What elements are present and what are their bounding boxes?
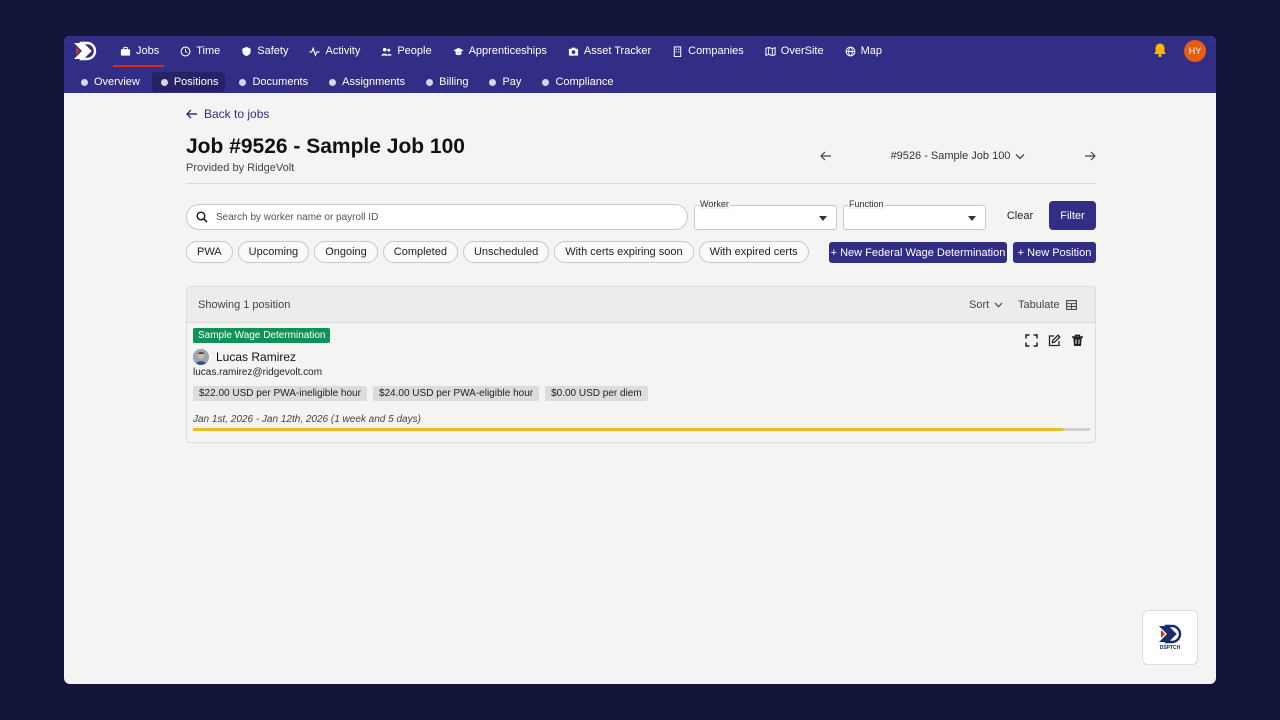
- filter-chips: PWA Upcoming Ongoing Completed Unschedul…: [186, 241, 814, 263]
- camera-icon: [568, 47, 578, 56]
- notification-bell-icon[interactable]: [1152, 42, 1168, 58]
- subnav-positions[interactable]: Positions: [151, 72, 226, 92]
- subnav-documents[interactable]: Documents: [230, 72, 315, 92]
- job-switcher: #9526 - Sample Job 100: [820, 149, 1096, 163]
- clock-icon: [180, 46, 191, 56]
- expand-icon[interactable]: [1025, 334, 1038, 347]
- building-icon: [673, 45, 682, 57]
- position-dates: Jan 1st, 2026 - Jan 12th, 2026 (1 week a…: [193, 414, 421, 425]
- map-fold-icon: [765, 46, 776, 56]
- subnav-compliance[interactable]: Compliance: [533, 72, 620, 92]
- person-avatar-icon: [193, 349, 209, 365]
- app-window: Jobs Time Safety Activity People Apprent…: [64, 36, 1216, 684]
- new-federal-wage-determination-button[interactable]: + New Federal Wage Determination: [829, 242, 1007, 263]
- worker-select[interactable]: Worker: [694, 199, 837, 230]
- next-job-icon[interactable]: [1084, 151, 1096, 161]
- position-count: Showing 1 position: [198, 299, 291, 311]
- positions-panel: Showing 1 position Sort Tabulate Sample …: [186, 286, 1096, 443]
- position-progress-bar: [193, 428, 1090, 431]
- trash-icon[interactable]: [1071, 334, 1084, 347]
- worker-select-label: Worker: [699, 199, 730, 209]
- worker-name[interactable]: Lucas Ramirez: [216, 350, 296, 364]
- nav-map[interactable]: Map: [845, 36, 882, 66]
- rate-badge: $22.00 USD per PWA-ineligible hour: [193, 386, 367, 401]
- worker-email: lucas.ramirez@ridgevolt.com: [193, 367, 323, 378]
- rate-badges: $22.00 USD per PWA-ineligible hour $24.0…: [193, 386, 654, 401]
- subnav-overview[interactable]: Overview: [72, 72, 147, 92]
- nav-apprenticeships[interactable]: Apprenticeships: [453, 36, 547, 66]
- top-navigation: Jobs Time Safety Activity People Apprent…: [64, 36, 1216, 93]
- chip-certs-expiring[interactable]: With certs expiring soon: [554, 241, 694, 263]
- search-input[interactable]: [216, 211, 676, 223]
- caret-down-icon: [968, 216, 976, 221]
- dsptch-logo-icon: [1159, 624, 1182, 644]
- chevron-down-icon: [994, 302, 1003, 308]
- shield-icon: [242, 46, 251, 56]
- previous-job-icon[interactable]: [820, 151, 832, 161]
- job-select[interactable]: #9526 - Sample Job 100: [891, 150, 1026, 162]
- nav-time[interactable]: Time: [180, 36, 220, 66]
- nav-oversite[interactable]: OverSite: [765, 36, 824, 66]
- user-avatar[interactable]: HY: [1184, 40, 1206, 62]
- people-icon: [381, 47, 392, 56]
- rate-badge: $24.00 USD per PWA-eligible hour: [372, 386, 540, 401]
- tabulate-button[interactable]: Tabulate: [1018, 299, 1077, 311]
- worker-info: Lucas Ramirez: [193, 349, 296, 365]
- positions-panel-header: Showing 1 position Sort Tabulate: [187, 287, 1095, 323]
- caret-down-icon: [819, 216, 827, 221]
- nav-asset-tracker[interactable]: Asset Tracker: [568, 36, 651, 66]
- chip-unscheduled[interactable]: Unscheduled: [462, 241, 550, 263]
- main-nav: Jobs Time Safety Activity People Apprent…: [112, 36, 903, 67]
- help-widget[interactable]: DSPTCH: [1142, 610, 1198, 665]
- subnav-pay[interactable]: Pay: [480, 72, 528, 92]
- position-actions: [1025, 334, 1094, 347]
- graduation-cap-icon: [453, 47, 464, 55]
- provided-by: Provided by RidgeVolt: [186, 162, 295, 174]
- wage-determination-badge[interactable]: Sample Wage Determination: [193, 328, 331, 343]
- nav-jobs[interactable]: Jobs: [112, 36, 165, 67]
- table-icon: [1065, 300, 1077, 310]
- chevron-down-icon: [1015, 153, 1025, 159]
- sub-navigation: Overview Positions Documents Assignments…: [72, 72, 626, 92]
- function-select[interactable]: Function: [843, 199, 986, 230]
- subnav-billing[interactable]: Billing: [417, 72, 475, 92]
- header-divider: [186, 183, 1096, 184]
- back-to-jobs-link[interactable]: Back to jobs: [186, 107, 269, 121]
- app-logo-icon[interactable]: [72, 41, 98, 61]
- chip-upcoming[interactable]: Upcoming: [237, 241, 310, 263]
- chip-ongoing[interactable]: Ongoing: [314, 241, 378, 263]
- position-progress-fill: [193, 428, 1064, 431]
- rate-badge: $0.00 USD per diem: [545, 386, 648, 401]
- nav-activity[interactable]: Activity: [309, 36, 360, 66]
- briefcase-icon: [120, 46, 131, 56]
- function-select-label: Function: [848, 199, 885, 209]
- chip-expired-certs[interactable]: With expired certs: [698, 241, 809, 263]
- pulse-icon: [309, 46, 321, 57]
- filter-button[interactable]: Filter: [1049, 201, 1096, 230]
- chip-pwa[interactable]: PWA: [186, 241, 233, 263]
- search-icon: [196, 211, 208, 223]
- page-title: Job #9526 - Sample Job 100: [186, 135, 465, 158]
- chip-completed[interactable]: Completed: [382, 241, 458, 263]
- edit-icon[interactable]: [1048, 334, 1061, 347]
- nav-people[interactable]: People: [381, 36, 432, 66]
- new-position-button[interactable]: + New Position: [1013, 242, 1096, 263]
- arrow-left-icon: [186, 109, 197, 119]
- globe-icon: [845, 46, 855, 56]
- sort-button[interactable]: Sort: [969, 299, 1003, 311]
- worker-avatar: [193, 349, 209, 365]
- nav-companies[interactable]: Companies: [672, 36, 744, 66]
- search-box: [186, 204, 688, 230]
- clear-button[interactable]: Clear: [1001, 203, 1039, 229]
- help-widget-label: DSPTCH: [1159, 645, 1181, 651]
- subnav-assignments[interactable]: Assignments: [320, 72, 412, 92]
- nav-safety[interactable]: Safety: [241, 36, 288, 66]
